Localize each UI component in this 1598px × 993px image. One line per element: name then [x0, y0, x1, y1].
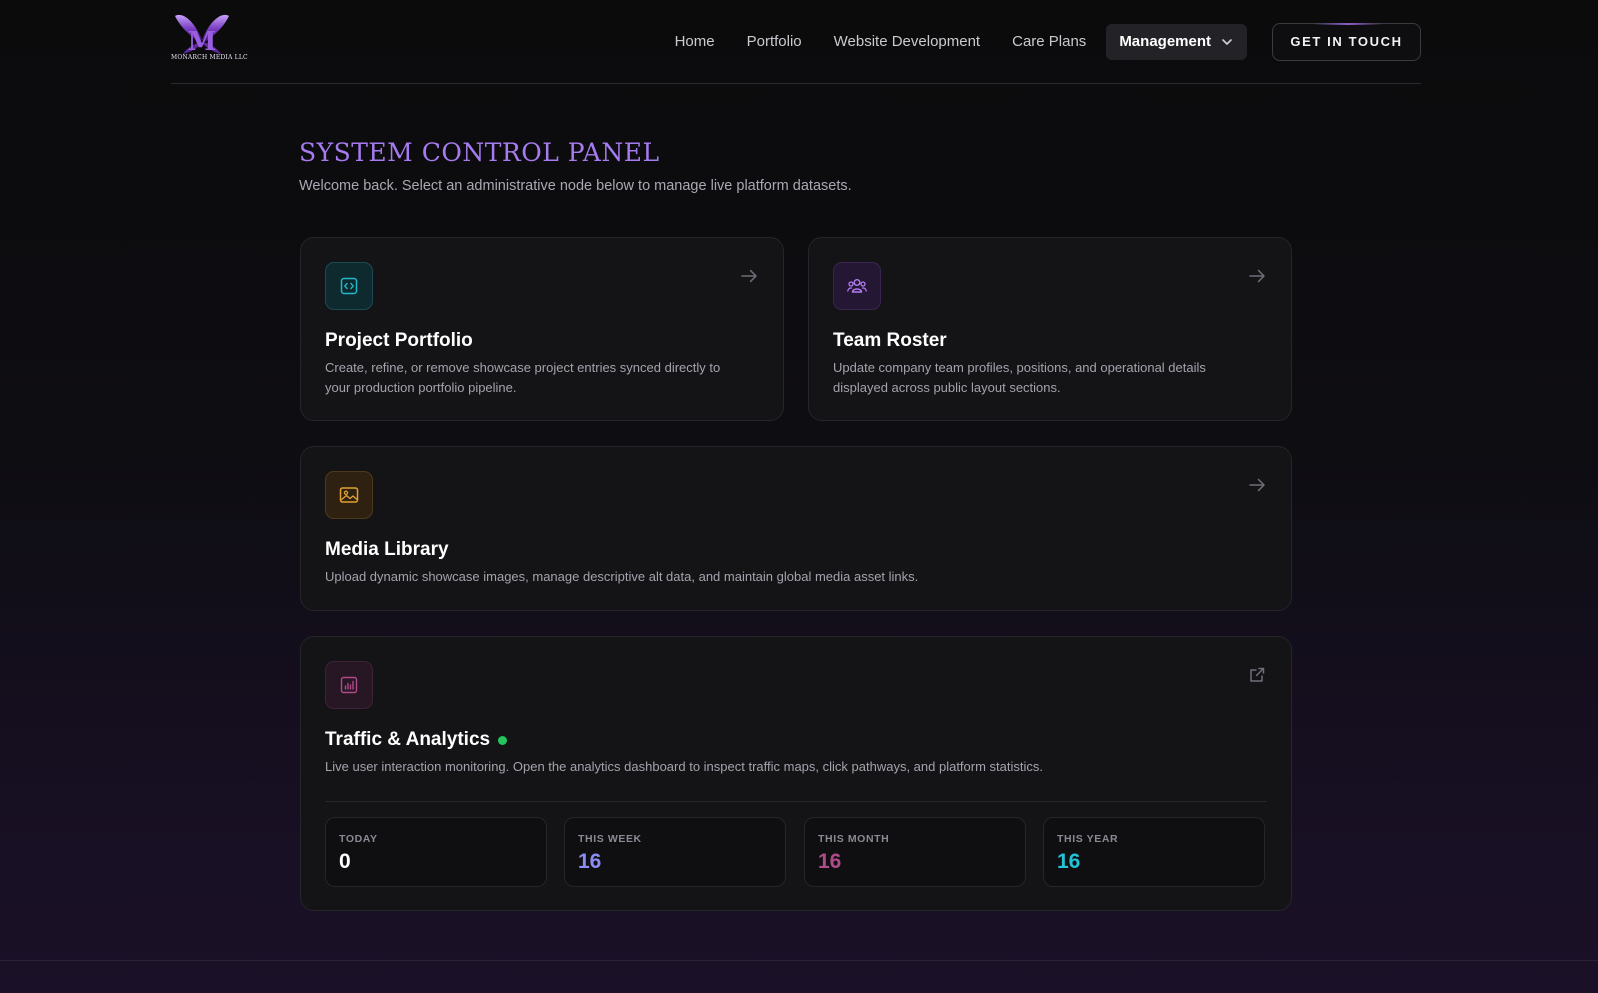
stat-value: 16 — [818, 850, 842, 873]
team-roster-card[interactable]: Team Roster Update company team profiles… — [808, 237, 1292, 421]
stat-label: THIS YEAR — [1057, 833, 1119, 845]
get-in-touch-button[interactable]: GET IN TOUCH — [1272, 22, 1421, 61]
nav-portfolio[interactable]: Portfolio — [747, 33, 802, 50]
card-description: Update company team profiles, positions,… — [833, 360, 1206, 395]
nav-home[interactable]: Home — [675, 33, 715, 50]
management-dropdown-label: Management — [1119, 33, 1211, 50]
stat-label: TODAY — [339, 833, 378, 845]
logo-wordmark: MONARCH MEDIA LLC — [171, 54, 248, 61]
traffic-analytics-card[interactable]: Traffic & Analytics Live user interactio… — [300, 636, 1292, 911]
bar-chart-icon — [325, 661, 373, 709]
external-link-icon[interactable] — [1247, 665, 1267, 685]
page-title: SYSTEM CONTROL PANEL — [299, 138, 660, 167]
card-title: Traffic & Analytics — [325, 729, 491, 750]
stat-value: 0 — [339, 850, 351, 873]
card-title: Project Portfolio — [325, 330, 473, 351]
monarch-logo[interactable]: M MONARCH MEDIA LLC — [171, 10, 248, 64]
nav-website-development[interactable]: Website Development — [834, 33, 980, 50]
stat-this-month: THIS MONTH 16 — [804, 817, 1026, 887]
card-description: Live user interaction monitoring. Open t… — [325, 759, 1043, 774]
card-title: Media Library — [325, 539, 449, 560]
chevron-down-icon — [1222, 38, 1232, 45]
live-status-dot — [498, 735, 508, 745]
stat-value: 16 — [578, 850, 602, 873]
site-header: M MONARCH MEDIA LLC Home Portfolio Websi… — [171, 0, 1421, 84]
image-icon — [325, 471, 373, 519]
stats-divider — [325, 801, 1267, 802]
card-title: Team Roster — [833, 330, 947, 351]
main-nav: Home Portfolio Website Development Care … — [675, 22, 1421, 61]
card-description: Upload dynamic showcase images, manage d… — [325, 569, 919, 584]
project-portfolio-card[interactable]: Project Portfolio Create, refine, or rem… — [300, 237, 784, 421]
stat-today: TODAY 0 — [325, 817, 547, 887]
users-icon — [833, 262, 881, 310]
arrow-right-icon — [741, 269, 757, 283]
media-library-card[interactable]: Media Library Upload dynamic showcase im… — [300, 446, 1292, 611]
management-dropdown[interactable]: Management — [1106, 23, 1247, 60]
arrow-right-icon — [1249, 478, 1265, 492]
stat-this-week: THIS WEEK 16 — [564, 817, 786, 887]
stat-this-year: THIS YEAR 16 — [1043, 817, 1265, 887]
butterfly-logo-icon: M — [175, 14, 229, 57]
card-title-row: Traffic & Analytics — [325, 729, 508, 751]
stat-value: 16 — [1057, 850, 1081, 873]
card-description: Create, refine, or remove showcase proje… — [325, 360, 721, 395]
stat-label: THIS WEEK — [578, 833, 642, 845]
nav-care-plans[interactable]: Care Plans — [1012, 33, 1086, 50]
footer-divider — [0, 960, 1598, 961]
svg-text:M: M — [188, 27, 217, 56]
stat-label: THIS MONTH — [818, 833, 890, 845]
page-subtitle: Welcome back. Select an administrative n… — [299, 178, 852, 194]
code-icon — [325, 262, 373, 310]
arrow-right-icon — [1249, 269, 1265, 283]
